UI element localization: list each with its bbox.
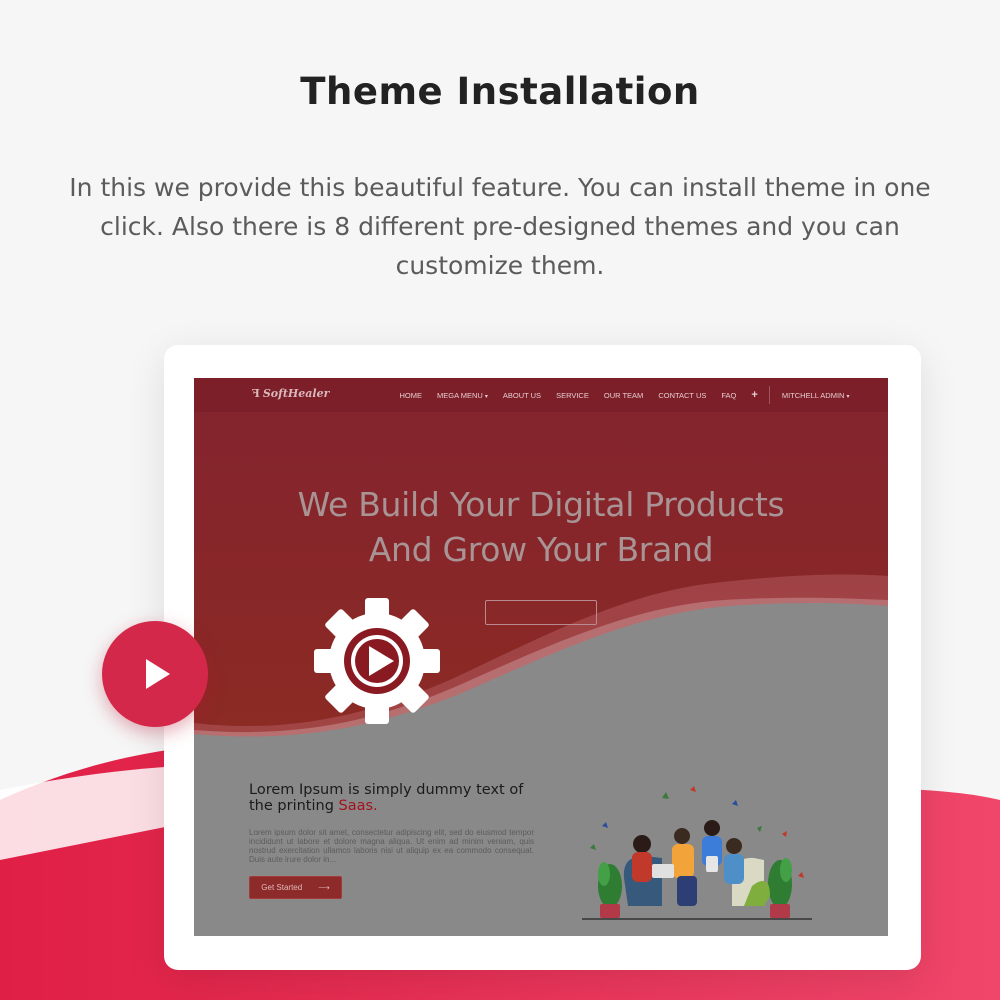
nav-item-mega-menu[interactable]: MEGA MENU ▾ — [430, 391, 496, 400]
preview-navbar: ꟻ SoftHealer HOME MEGA MENU ▾ ABOUT US SER… — [194, 378, 888, 412]
content-body: Lorem ipsum dolor sit amet, consectetur … — [249, 828, 534, 864]
nav-divider — [769, 386, 771, 404]
page-title: Theme Installation — [300, 70, 700, 113]
content-heading: Lorem Ipsum is simply dummy text of the … — [249, 782, 524, 814]
nav-item-faq[interactable]: FAQ — [714, 391, 744, 400]
brand-logo[interactable]: ꟻ SoftHealer — [252, 387, 329, 400]
get-started-button[interactable]: Get Started ⟶ — [249, 876, 342, 899]
nav-add-button[interactable]: + — [744, 389, 765, 401]
nav-item-user-menu[interactable]: MITCHELL ADMIN ▾ — [774, 391, 857, 400]
nav-item-home[interactable]: HOME — [392, 391, 430, 400]
team-illustration — [582, 786, 812, 920]
logo-mark-icon: ꟻ — [252, 387, 260, 400]
preview-frame: ꟻ SoftHealer HOME MEGA MENU ▾ ABOUT US SER… — [164, 345, 921, 970]
play-button[interactable] — [102, 621, 208, 727]
nav-item-our-team[interactable]: OUR TEAM — [596, 391, 650, 400]
nav-item-service[interactable]: SERVICE — [549, 391, 597, 400]
nav-menu: HOME MEGA MENU ▾ ABOUT US SERVICE OUR TEA… — [392, 378, 857, 412]
page-subtitle: In this we provide this beautiful featur… — [69, 173, 931, 280]
caret-down-icon: ▾ — [846, 393, 850, 400]
gear-play-icon[interactable] — [312, 596, 442, 726]
preview-screen: ꟻ SoftHealer HOME MEGA MENU ▾ ABOUT US SER… — [194, 378, 888, 936]
play-icon — [146, 659, 170, 689]
nav-item-about-us[interactable]: ABOUT US — [495, 391, 548, 400]
hero-button[interactable] — [485, 600, 597, 625]
hero-title: We Build Your Digital Products And Grow … — [297, 485, 785, 569]
nav-item-contact-us[interactable]: CONTACT US — [651, 391, 714, 400]
caret-down-icon: ▾ — [484, 393, 488, 400]
arrow-right-icon: ⟶ — [318, 883, 330, 892]
